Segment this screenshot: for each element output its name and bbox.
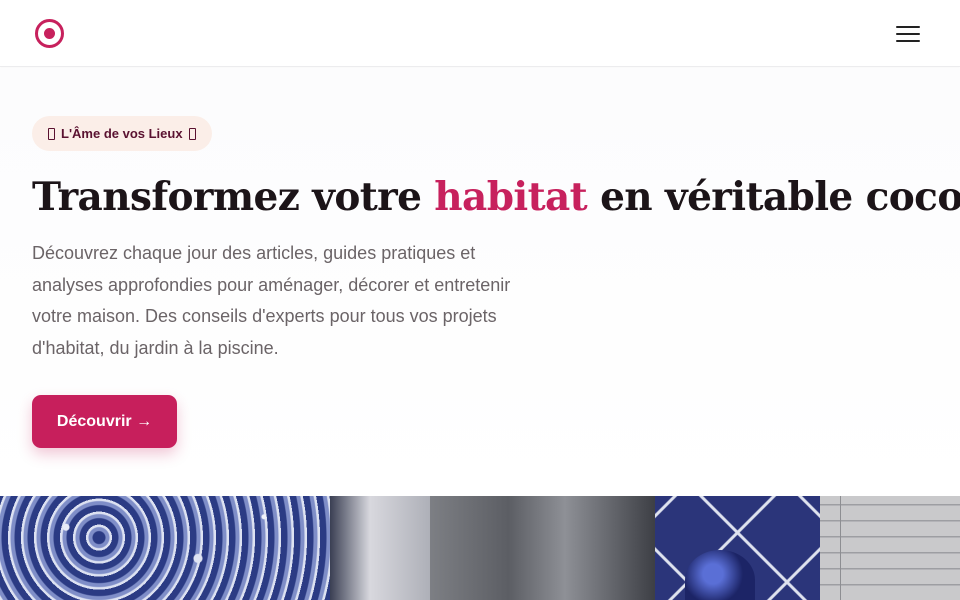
hero-description: Découvrez chaque jour des articles, guid… [32,243,511,358]
menu-line [896,33,920,35]
hamburger-menu-icon[interactable] [893,22,923,46]
hero-section: L'Âme de vos Lieux Transformez votre hab… [0,68,960,496]
headline-accent: habitat [434,174,588,220]
headline-start: Transformez votre [32,174,435,220]
image-panel-window [430,496,655,600]
badge-left-icon [48,127,55,140]
image-panel-pattern [655,496,820,600]
discover-button[interactable]: Découvrir → [32,395,177,448]
logo-icon[interactable] [35,19,64,48]
badge-right-icon [188,127,196,140]
menu-line [896,26,920,28]
vase-decor [685,550,755,600]
image-panel-brick-wall [820,496,960,600]
image-panel-textile [0,496,330,600]
headline-end: en véritable cocon [587,174,960,220]
badge-label: L'Âme de vos Lieux [61,126,183,141]
hero-badge: L'Âme de vos Lieux [32,116,212,151]
site-header [0,0,960,67]
menu-line [896,40,920,42]
hero-headline: Transformez votre habitat en véritable c… [32,172,960,222]
hero-interior-image [0,496,960,600]
image-panel-glass [330,496,430,600]
